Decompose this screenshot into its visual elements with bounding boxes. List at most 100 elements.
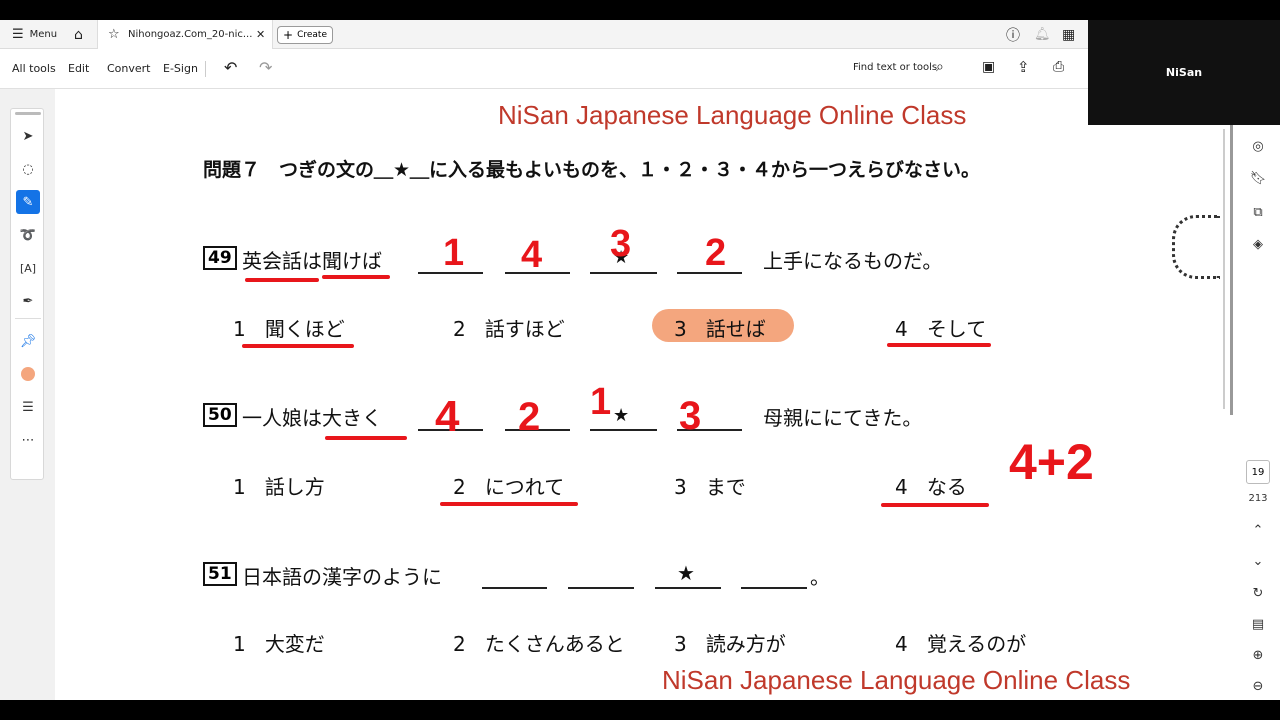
left-tool-rail: ➤ ◌ ✎ ➰ [A] ✒ 📌︎ ☰ ⋯ — [10, 108, 44, 480]
chevron-up-icon[interactable]: ⌃ — [1246, 519, 1270, 541]
create-button[interactable]: + Create — [277, 26, 333, 44]
more-lines-icon[interactable]: ☰ — [16, 395, 40, 419]
acrobat-window: ☰ Menu ⌂ ☆ Nihongoaz.Com_20-nic... ✕ + C… — [0, 20, 1280, 700]
menu-button[interactable]: ☰ Menu — [12, 20, 57, 49]
watermark-top: NiSan Japanese Language Online Class — [498, 100, 967, 130]
question-50-number: 50 — [203, 403, 237, 427]
create-label: Create — [297, 30, 327, 40]
question-51-number: 51 — [203, 562, 237, 586]
zoom-out-icon[interactable]: ⊖ — [1246, 675, 1270, 697]
layers-icon[interactable]: ◈ — [1246, 233, 1270, 255]
bookmark-icon[interactable]: 🔖︎ — [1246, 167, 1270, 189]
q51-option-4: 4 覚えるのが — [895, 632, 1027, 656]
blank-1 — [482, 587, 547, 589]
all-tools-menu[interactable]: All tools — [12, 62, 56, 75]
text-box-icon[interactable]: [A] — [16, 256, 40, 280]
blank-2 — [568, 587, 634, 589]
q50-option-3: 3 まで — [674, 475, 746, 499]
color-dot-icon[interactable] — [16, 362, 40, 386]
ellipsis-icon[interactable]: ⋯ — [16, 428, 40, 452]
pin-icon[interactable]: 📌︎ — [16, 329, 40, 353]
edit-menu[interactable]: Edit — [68, 62, 89, 75]
handwritten-answer: 2 — [518, 395, 541, 439]
blank-3 — [590, 429, 657, 431]
participant-name: NiSan — [1165, 66, 1203, 79]
ink-underline — [881, 503, 989, 507]
highlight-pen-icon[interactable]: ✎ — [16, 190, 40, 214]
total-pages: 213 — [1248, 493, 1268, 504]
instruction-text: 問題７ つぎの文の＿★＿に入る最もよいものを、１・２・３・４から一つえらびなさい… — [203, 159, 981, 181]
q49-option-4: 4 そして — [895, 317, 987, 341]
print-icon[interactable]: ⎙ — [1053, 59, 1064, 75]
chevron-down-icon[interactable]: ⌄ — [1246, 550, 1270, 572]
question-49-before: 英会話は聞けば — [242, 249, 382, 273]
q49-option-3: 3 話せば — [674, 317, 766, 341]
menu-label: Menu — [29, 29, 58, 40]
scrollbar[interactable] — [1230, 125, 1233, 415]
q49-option-1: 1 聞くほど — [233, 317, 345, 341]
ink-underline — [440, 502, 578, 506]
redo-icon[interactable]: ↷ — [259, 58, 272, 77]
q51-option-3: 3 読み方が — [674, 632, 786, 656]
star-mark: ★ — [677, 561, 695, 585]
toolbar-divider — [205, 61, 206, 77]
handwritten-note: 4+2 — [1009, 434, 1094, 490]
plus-icon: + — [283, 28, 294, 42]
ai-assistant-icon[interactable]: ◎ — [1246, 135, 1270, 157]
pages-icon[interactable]: ⧉ — [1246, 201, 1270, 223]
handwritten-answer: 3 — [679, 394, 702, 438]
q51-option-2: 2 たくさんあると — [453, 632, 625, 656]
right-tool-rail: ◎ 🔖︎ ⧉ ◈ 19 213 ⌃ ⌄ ↻ ▤ ⊕ ⊖ — [1238, 125, 1280, 700]
blank-3 — [655, 587, 721, 589]
menu-icon: ☰ — [12, 27, 24, 42]
find-tools-label[interactable]: Find text or tools — [853, 62, 937, 73]
star-icon[interactable]: ☆ — [108, 20, 120, 49]
blank-3 — [590, 272, 657, 274]
help-icon[interactable]: ⓘ — [1006, 20, 1020, 49]
tab-bar: ☰ Menu ⌂ ☆ Nihongoaz.Com_20-nic... ✕ + C… — [0, 20, 1088, 50]
document-tab[interactable]: ☆ Nihongoaz.Com_20-nic... ✕ — [97, 20, 273, 50]
esign-menu[interactable]: E-Sign — [163, 62, 198, 75]
blank-4 — [741, 587, 807, 589]
bell-icon[interactable]: 🔔︎ — [1034, 20, 1051, 49]
ink-underline — [887, 343, 991, 347]
q50-option-1: 1 話し方 — [233, 475, 325, 499]
apps-icon[interactable]: ▦ — [1062, 20, 1075, 49]
question-51-after: 。 — [810, 565, 830, 589]
rail-divider — [15, 318, 41, 319]
question-49-number: 49 — [203, 246, 237, 270]
rail-handle[interactable] — [15, 112, 41, 115]
stamp-icon[interactable]: ✒ — [16, 289, 40, 313]
handwritten-answer: 3 — [610, 223, 632, 265]
watermark-bottom: NiSan Japanese Language Online Class — [662, 665, 1131, 695]
close-icon[interactable]: ✕ — [256, 20, 265, 49]
ink-underline — [322, 275, 390, 279]
ink-underline — [245, 278, 319, 282]
search-icon[interactable]: ⌕ — [936, 59, 944, 75]
question-51-before: 日本語の漢字のように — [242, 565, 442, 589]
handwritten-answer: 1 — [443, 232, 465, 274]
question-49-after: 上手になるものだ。 — [763, 249, 943, 273]
handwritten-answer: 2 — [705, 232, 727, 274]
undo-icon[interactable]: ↶ — [224, 58, 237, 77]
page-number-input[interactable]: 19 — [1246, 460, 1270, 484]
q50-option-2: 2 につれて — [453, 475, 565, 499]
tab-title: Nihongoaz.Com_20-nic... — [128, 29, 253, 40]
zoom-in-icon[interactable]: ⊕ — [1246, 644, 1270, 666]
lasso-icon[interactable]: ➰ — [16, 223, 40, 247]
page-stamp — [1172, 215, 1220, 279]
save-icon[interactable]: ▣ — [982, 59, 995, 75]
home-icon[interactable]: ⌂ — [74, 20, 83, 49]
q49-option-2: 2 話すほど — [453, 317, 565, 341]
page-edge — [1223, 129, 1225, 409]
select-icon[interactable]: ➤ — [16, 124, 40, 148]
comment-icon[interactable]: ◌ — [16, 157, 40, 181]
q51-option-1: 1 大変だ — [233, 632, 325, 656]
upload-icon[interactable]: ⇪ — [1017, 58, 1030, 76]
convert-menu[interactable]: Convert — [107, 62, 151, 75]
video-participant-tile: NiSan — [1088, 20, 1280, 125]
rotate-icon[interactable]: ↻ — [1246, 582, 1270, 604]
page-view-icon[interactable]: ▤ — [1246, 613, 1270, 635]
q50-option-4: 4 なる — [895, 475, 967, 499]
handwritten-answer: 4 — [435, 392, 460, 441]
